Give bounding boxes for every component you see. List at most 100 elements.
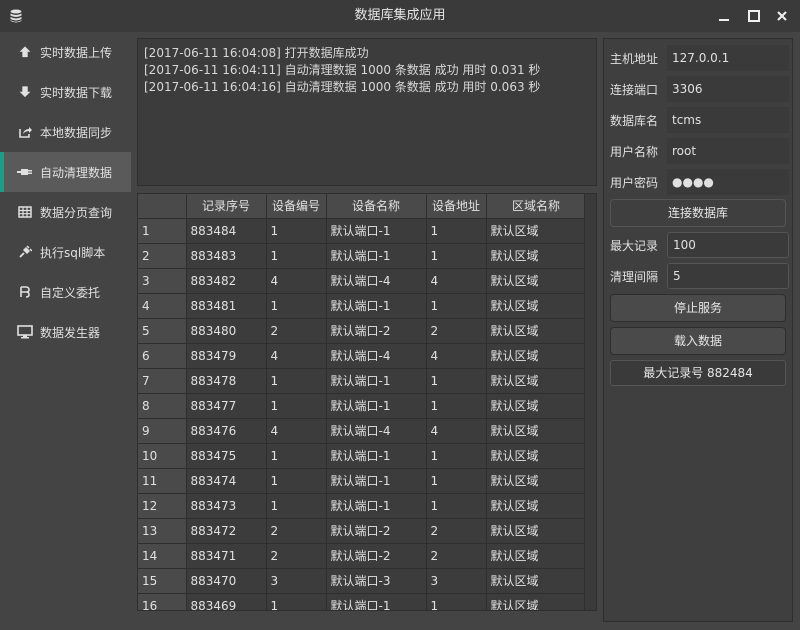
maximize-icon[interactable] (744, 6, 764, 26)
cell-device-address[interactable]: 2 (426, 318, 487, 344)
cell-device-id[interactable]: 1 (266, 368, 327, 394)
cell-device-address[interactable]: 2 (426, 518, 487, 544)
cell-row-number[interactable]: 12 (138, 493, 187, 519)
cell-record-id[interactable]: 883469 (186, 593, 267, 610)
cell-record-id[interactable]: 883483 (186, 243, 267, 269)
column-header-rownum[interactable] (138, 194, 187, 219)
cell-device-address[interactable]: 4 (426, 343, 487, 369)
cell-area-name[interactable]: 默认区域 (486, 568, 587, 594)
cell-device-id[interactable]: 1 (266, 293, 327, 319)
cell-device-id[interactable]: 4 (266, 343, 327, 369)
cell-device-name[interactable]: 默认端口-1 (326, 243, 427, 269)
cell-area-name[interactable]: 默认区域 (486, 218, 587, 244)
cell-row-number[interactable]: 13 (138, 518, 187, 544)
cell-row-number[interactable]: 4 (138, 293, 187, 319)
sidebar-item-local-sync[interactable]: 本地数据同步 (0, 112, 131, 152)
cell-device-id[interactable]: 4 (266, 418, 327, 444)
cell-device-id[interactable]: 2 (266, 543, 327, 569)
cell-row-number[interactable]: 2 (138, 243, 187, 269)
dbname-field[interactable]: tcms (667, 107, 789, 133)
cell-device-name[interactable]: 默认端口-2 (326, 518, 427, 544)
cell-row-number[interactable]: 11 (138, 468, 187, 494)
cell-record-id[interactable]: 883479 (186, 343, 267, 369)
password-field[interactable]: ●●●● (667, 169, 789, 195)
cell-record-id[interactable]: 883473 (186, 493, 267, 519)
interval-input[interactable]: 5 (667, 263, 789, 289)
data-table[interactable]: 记录序号 设备编号 设备名称 设备地址 区域名称 1 883484 1 默认端口-1 1… (137, 193, 597, 611)
cell-device-address[interactable]: 1 (426, 293, 487, 319)
cell-record-id[interactable]: 883474 (186, 468, 267, 494)
column-header-record-id[interactable]: 记录序号 (186, 194, 267, 219)
cell-row-number[interactable]: 14 (138, 543, 187, 569)
cell-device-name[interactable]: 默认端口-1 (326, 443, 427, 469)
cell-device-name[interactable]: 默认端口-1 (326, 393, 427, 419)
cell-row-number[interactable]: 16 (138, 593, 187, 610)
table-row[interactable]: 3 883482 4 默认端口-4 4 默认区域 (138, 268, 587, 294)
column-header-device-id[interactable]: 设备编号 (266, 194, 327, 219)
stop-service-button[interactable]: 停止服务 (610, 294, 786, 322)
cell-area-name[interactable]: 默认区域 (486, 518, 587, 544)
cell-device-address[interactable]: 4 (426, 268, 487, 294)
cell-record-id[interactable]: 883476 (186, 418, 267, 444)
cell-device-address[interactable]: 3 (426, 568, 487, 594)
cell-record-id[interactable]: 883481 (186, 293, 267, 319)
cell-device-id[interactable]: 1 (266, 243, 327, 269)
table-row[interactable]: 11 883474 1 默认端口-1 1 默认区域 (138, 468, 587, 494)
table-scrollbar[interactable] (584, 194, 596, 610)
table-row[interactable]: 16 883469 1 默认端口-1 1 默认区域 (138, 593, 587, 610)
cell-device-name[interactable]: 默认端口-1 (326, 468, 427, 494)
cell-area-name[interactable]: 默认区域 (486, 293, 587, 319)
cell-record-id[interactable]: 883471 (186, 543, 267, 569)
table-row[interactable]: 5 883480 2 默认端口-2 2 默认区域 (138, 318, 587, 344)
cell-device-name[interactable]: 默认端口-1 (326, 593, 427, 610)
cell-row-number[interactable]: 9 (138, 418, 187, 444)
cell-device-name[interactable]: 默认端口-1 (326, 218, 427, 244)
minimize-icon[interactable] (714, 6, 734, 26)
sidebar-item-page-query[interactable]: 数据分页查询 (0, 192, 131, 232)
cell-record-id[interactable]: 883477 (186, 393, 267, 419)
cell-area-name[interactable]: 默认区域 (486, 493, 587, 519)
cell-device-id[interactable]: 1 (266, 468, 327, 494)
table-row[interactable]: 9 883476 4 默认端口-4 4 默认区域 (138, 418, 587, 444)
cell-device-address[interactable]: 4 (426, 418, 487, 444)
load-data-button[interactable]: 载入数据 (610, 327, 786, 355)
cell-record-id[interactable]: 883475 (186, 443, 267, 469)
cell-device-name[interactable]: 默认端口-1 (326, 493, 427, 519)
cell-device-address[interactable]: 1 (426, 393, 487, 419)
cell-area-name[interactable]: 默认区域 (486, 543, 587, 569)
cell-record-id[interactable]: 883472 (186, 518, 267, 544)
cell-row-number[interactable]: 8 (138, 393, 187, 419)
cell-device-address[interactable]: 1 (426, 368, 487, 394)
cell-device-id[interactable]: 4 (266, 268, 327, 294)
cell-area-name[interactable]: 默认区域 (486, 418, 587, 444)
cell-area-name[interactable]: 默认区域 (486, 593, 587, 610)
cell-device-address[interactable]: 1 (426, 243, 487, 269)
cell-device-id[interactable]: 2 (266, 518, 327, 544)
cell-device-address[interactable]: 2 (426, 543, 487, 569)
cell-row-number[interactable]: 7 (138, 368, 187, 394)
cell-area-name[interactable]: 默认区域 (486, 318, 587, 344)
cell-area-name[interactable]: 默认区域 (486, 243, 587, 269)
cell-device-name[interactable]: 默认端口-1 (326, 368, 427, 394)
cell-row-number[interactable]: 15 (138, 568, 187, 594)
cell-area-name[interactable]: 默认区域 (486, 468, 587, 494)
user-field[interactable]: root (667, 138, 789, 164)
cell-device-id[interactable]: 1 (266, 393, 327, 419)
cell-device-id[interactable]: 3 (266, 568, 327, 594)
cell-row-number[interactable]: 1 (138, 218, 187, 244)
cell-record-id[interactable]: 883480 (186, 318, 267, 344)
column-header-device-address[interactable]: 设备地址 (426, 194, 487, 219)
table-row[interactable]: 10 883475 1 默认端口-1 1 默认区域 (138, 443, 587, 469)
table-row[interactable]: 13 883472 2 默认端口-2 2 默认区域 (138, 518, 587, 544)
log-panel[interactable]: [2017-06-11 16:04:08] 打开数据库成功 [2017-06-1… (137, 38, 597, 186)
host-field[interactable]: 127.0.0.1 (667, 45, 789, 71)
cell-record-id[interactable]: 883482 (186, 268, 267, 294)
cell-device-name[interactable]: 默认端口-4 (326, 268, 427, 294)
cell-device-name[interactable]: 默认端口-2 (326, 318, 427, 344)
cell-device-address[interactable]: 1 (426, 468, 487, 494)
table-row[interactable]: 15 883470 3 默认端口-3 3 默认区域 (138, 568, 587, 594)
cell-row-number[interactable]: 3 (138, 268, 187, 294)
cell-device-name[interactable]: 默认端口-3 (326, 568, 427, 594)
table-row[interactable]: 12 883473 1 默认端口-1 1 默认区域 (138, 493, 587, 519)
cell-device-address[interactable]: 1 (426, 593, 487, 610)
